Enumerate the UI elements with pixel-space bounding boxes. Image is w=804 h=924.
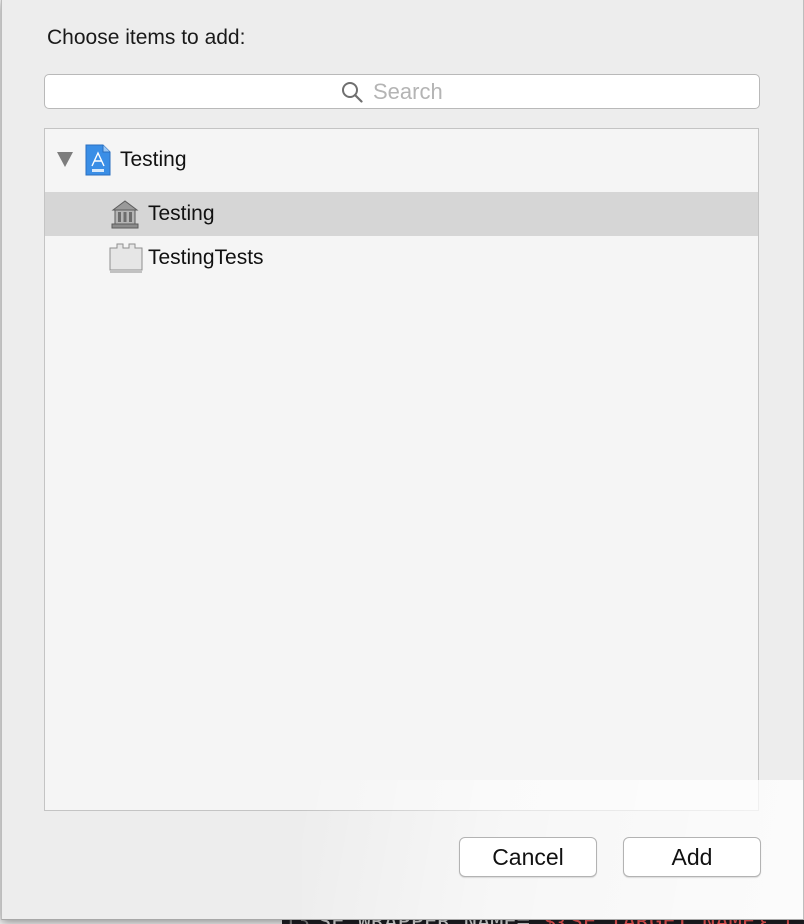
search-field[interactable] xyxy=(44,74,760,109)
test-bundle-icon xyxy=(109,242,143,279)
add-items-sheet: Choose items to add: Search Testing Test… xyxy=(1,0,804,920)
xcode-project-icon xyxy=(85,144,111,181)
tree-row-tests[interactable]: TestingTests xyxy=(45,236,758,280)
tree-row-label: TestingTests xyxy=(148,246,264,269)
tree-row-project[interactable]: Testing xyxy=(45,138,758,182)
search-input[interactable] xyxy=(373,78,463,105)
search-icon xyxy=(341,81,363,103)
disclosure-triangle-icon[interactable] xyxy=(57,152,73,167)
tree-row-label: Testing xyxy=(148,202,215,225)
tree-row-label: Testing xyxy=(120,148,187,171)
dialog-prompt: Choose items to add: xyxy=(47,26,246,49)
add-button[interactable]: Add xyxy=(623,837,761,877)
tree-row-target[interactable]: Testing xyxy=(45,192,758,236)
app-target-icon xyxy=(109,198,141,235)
cancel-button[interactable]: Cancel xyxy=(459,837,597,877)
items-tree[interactable]: Testing Testing TestingTests xyxy=(44,128,759,811)
